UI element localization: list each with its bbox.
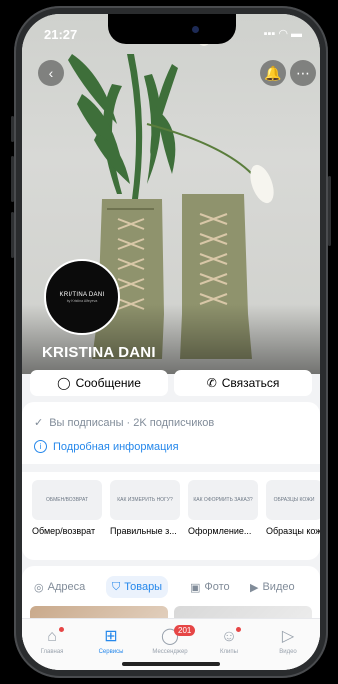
info-card: ✓ Вы подписаны · 2K подписчиков i Подроб… [22, 402, 320, 560]
tab-videos[interactable]: ▶ Видео [250, 576, 295, 598]
volume-up-button [11, 156, 14, 202]
divider [22, 464, 320, 472]
service-item[interactable]: КАК ИЗМЕРИТЬ НОГУ? Правильные з... [110, 480, 180, 536]
screen: 21:27 ▪▪▪ ◠ ▬ ‹ 🔔 ⋯ KRI/TINA DANI by Kri… [22, 14, 320, 670]
map-pin-icon: ◎ [34, 581, 44, 594]
unread-dot [236, 627, 241, 632]
status-icons: ▪▪▪ ◠ ▬ [263, 28, 302, 40]
service-item[interactable]: ОБРАЗЦЫ КОЖИ Образцы кож [266, 480, 320, 536]
subscription-text: Вы подписаны · 2K подписчиков [49, 416, 215, 429]
more-dots-icon: ⋯ [296, 64, 310, 81]
notch [108, 14, 236, 44]
service-label: Образцы кож [266, 526, 320, 536]
unread-dot [59, 627, 64, 632]
avatar[interactable]: KRI/TINA DANI by Kristina Alfeyeva [44, 259, 120, 335]
grid-icon: ⊞ [104, 628, 118, 645]
contact-button-label: Связаться [221, 376, 280, 390]
chat-bubble-icon: ◯ [57, 376, 71, 390]
camera-dot [192, 26, 199, 33]
volume-down-button [11, 212, 14, 258]
service-label: Оформление... [188, 526, 252, 536]
avatar-logo-text: KRI/TINA DANI [59, 291, 105, 298]
video-icon: ▶ [250, 581, 259, 594]
check-icon: ✓ [34, 417, 44, 429]
tab-addresses[interactable]: ◎ Адреса [34, 576, 85, 598]
services-row: ОБМЕН/ВОЗВРАТ Обмер/возврат КАК ИЗМЕРИТЬ… [32, 480, 320, 550]
details-link-text: Подробная информация [53, 440, 179, 453]
service-tile: КАК ИЗМЕРИТЬ НОГУ? [110, 480, 180, 520]
tab-photos[interactable]: ▣ Фото [190, 576, 230, 598]
service-item[interactable]: КАК ОФОРМИТЬ ЗАКАЗ? Оформление... [188, 480, 258, 536]
shopping-bag-icon: ⛉ [112, 580, 121, 593]
nav-label: Мессенджер [152, 649, 188, 655]
status-time: 21:27 [44, 27, 78, 42]
video-icon: ▷ [281, 628, 295, 645]
unread-badge: 201 [174, 625, 196, 636]
nav-video[interactable]: ▷ Видео [258, 627, 318, 655]
avatar-logo-subtext: by Kristina Alfeyeva [66, 298, 98, 303]
nav-label: Главная [40, 649, 64, 655]
clips-icon: ☺ [220, 628, 238, 645]
phone-frame: 21:27 ▪▪▪ ◠ ▬ ‹ 🔔 ⋯ KRI/TINA DANI by Kri… [11, 6, 331, 678]
nav-label: Сервисы [98, 649, 124, 655]
tab-label: Фото [204, 581, 230, 593]
bell-icon: 🔔 [264, 64, 282, 81]
service-tile: ОБМЕН/ВОЗВРАТ [32, 480, 102, 520]
service-item[interactable]: ОБМЕН/ВОЗВРАТ Обмер/возврат [32, 480, 102, 536]
nav-messenger[interactable]: ◯ Мессенджер 201 [140, 625, 200, 655]
message-button-label: Сообщение [75, 376, 141, 390]
tab-products[interactable]: ⛉ Товары [106, 576, 169, 598]
notifications-button[interactable]: 🔔 [260, 60, 286, 86]
nav-services[interactable]: ⊞ Сервисы [81, 627, 141, 655]
power-button [328, 176, 331, 246]
phone-icon: ✆ [206, 376, 217, 390]
message-button[interactable]: ◯ Сообщение [30, 370, 168, 396]
service-tile: КАК ОФОРМИТЬ ЗАКАЗ? [188, 480, 258, 520]
details-link[interactable]: i Подробная информация [34, 440, 179, 453]
profile-name: KRISTINA DANI [42, 344, 156, 361]
back-button[interactable]: ‹ [38, 60, 64, 86]
chevron-left-icon: ‹ [48, 65, 54, 81]
tab-label: Видео [262, 581, 295, 593]
info-icon: i [34, 440, 47, 453]
nav-clips[interactable]: ☺ Клипы [199, 627, 259, 655]
nav-label: Клипы [220, 649, 238, 655]
mute-switch [11, 116, 14, 142]
home-icon: ⌂ [47, 628, 57, 645]
nav-label: Видео [279, 649, 297, 655]
nav-home[interactable]: ⌂ Главная [22, 627, 82, 655]
service-tile: ОБРАЗЦЫ КОЖИ [266, 480, 320, 520]
photo-icon: ▣ [190, 581, 201, 594]
more-button[interactable]: ⋯ [290, 60, 316, 86]
service-label: Правильные з... [110, 526, 177, 536]
tab-label: Товары [124, 581, 163, 593]
home-indicator [122, 662, 220, 666]
tab-label: Адреса [47, 581, 86, 593]
service-label: Обмер/возврат [32, 526, 96, 536]
subscription-status[interactable]: ✓ Вы подписаны · 2K подписчиков [34, 416, 215, 430]
contact-button[interactable]: ✆ Связаться [174, 370, 312, 396]
